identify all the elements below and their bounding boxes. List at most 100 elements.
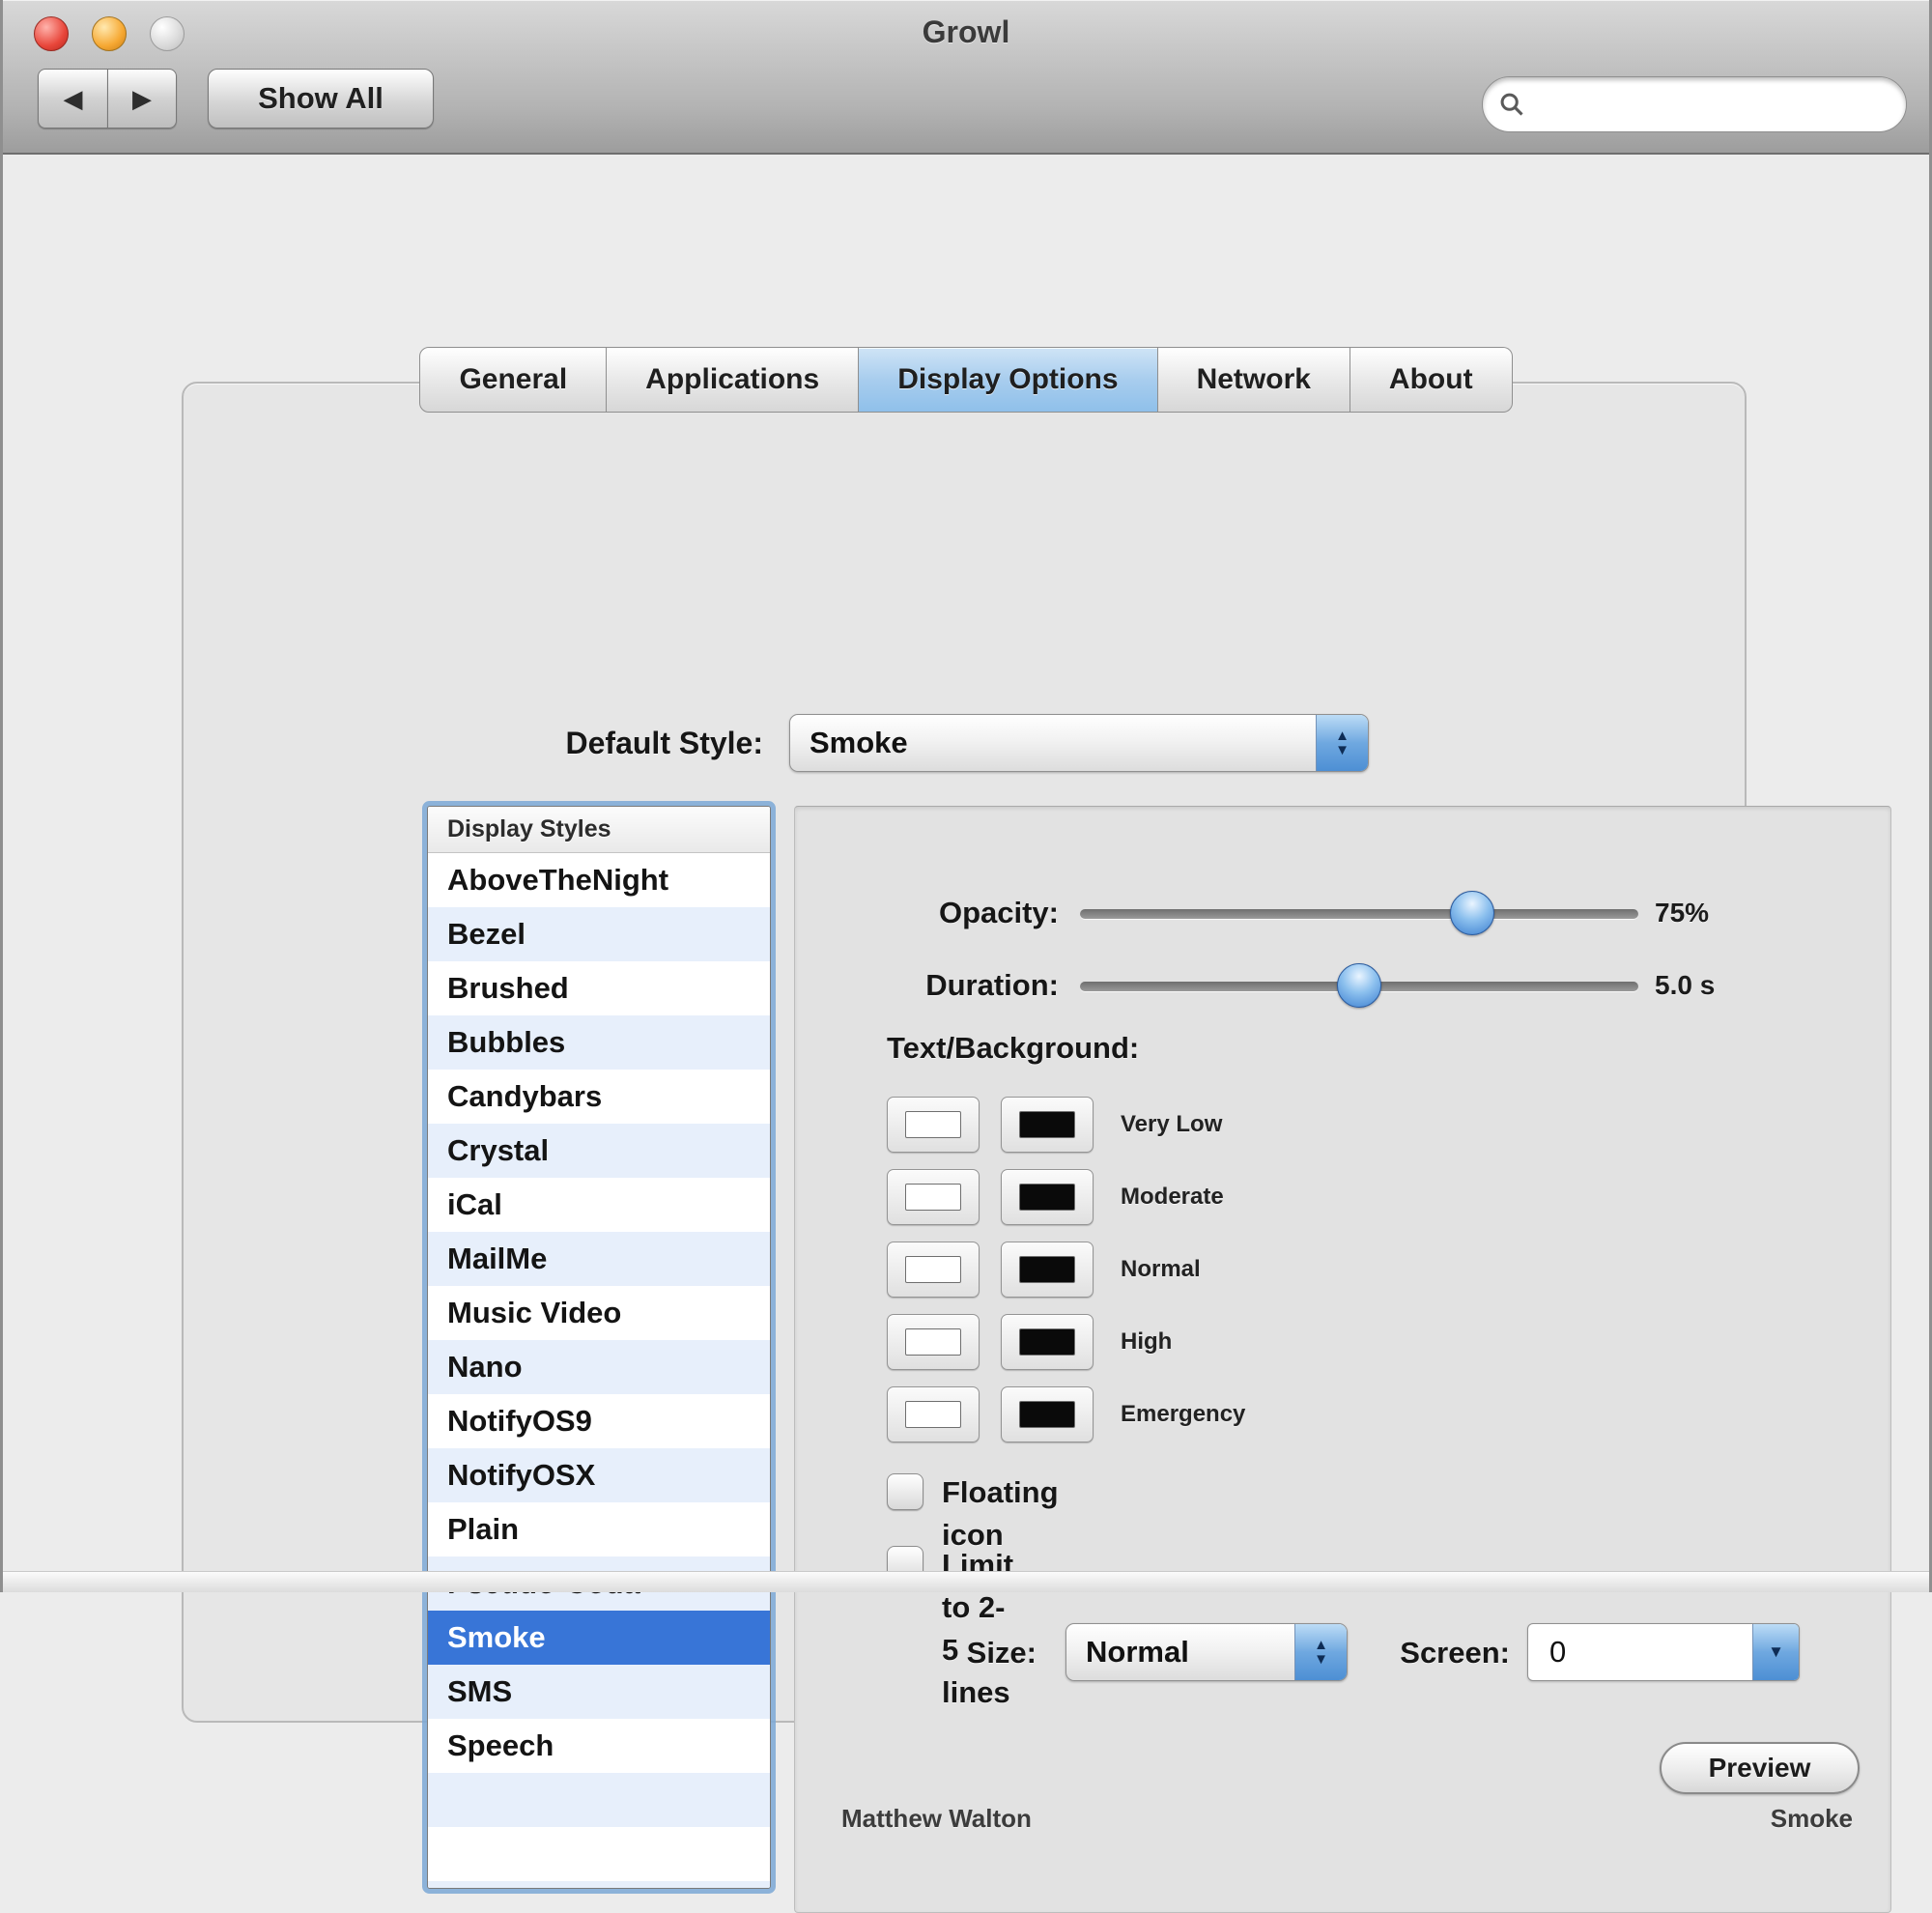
style-row-speech[interactable]: Speech bbox=[428, 1719, 770, 1773]
opacity-slider-thumb[interactable] bbox=[1450, 891, 1494, 935]
floating-icon-label: Floating icon bbox=[942, 1471, 1059, 1516]
style-row-sms[interactable]: SMS bbox=[428, 1665, 770, 1719]
style-settings-panel: Opacity: 75% Duration: 5.0 s Text/Bac bbox=[794, 806, 1891, 1913]
opacity-slider[interactable] bbox=[1080, 884, 1638, 942]
tab-display-options[interactable]: Display Options bbox=[859, 347, 1157, 413]
style-row-candybars[interactable]: Candybars bbox=[428, 1070, 770, 1124]
text-color-well[interactable] bbox=[887, 1386, 980, 1442]
background-color-well[interactable] bbox=[1001, 1386, 1094, 1442]
opacity-row: Opacity: 75% bbox=[795, 884, 1890, 942]
style-name-label: Smoke bbox=[1471, 1804, 1853, 1834]
style-row-abovethenight[interactable]: AboveTheNight bbox=[428, 853, 770, 907]
style-row-notifyos9[interactable]: NotifyOS9 bbox=[428, 1394, 770, 1448]
style-row-crystal[interactable]: Crystal bbox=[428, 1124, 770, 1178]
priority-row-very-low: Very Low bbox=[795, 1097, 1890, 1153]
duration-slider-thumb[interactable] bbox=[1337, 963, 1381, 1008]
text-color-well[interactable] bbox=[887, 1169, 980, 1225]
opacity-slider-track bbox=[1080, 909, 1638, 919]
priority-row-normal: Normal bbox=[795, 1242, 1890, 1298]
priority-label: Moderate bbox=[1121, 1169, 1224, 1225]
style-row-notifyosx[interactable]: NotifyOSX bbox=[428, 1448, 770, 1502]
screen-combo-box[interactable]: 0 ▼ bbox=[1527, 1623, 1800, 1681]
size-screen-row: Size: Normal ▲▼ Screen: 0 ▼ bbox=[795, 1623, 1890, 1683]
duration-value: 5.0 s bbox=[1655, 956, 1848, 1014]
duration-row: Duration: 5.0 s bbox=[795, 956, 1890, 1014]
style-row-music-video[interactable]: Music Video bbox=[428, 1286, 770, 1340]
style-author-label: Matthew Walton bbox=[841, 1804, 1032, 1834]
priority-label: Very Low bbox=[1121, 1097, 1222, 1153]
style-row-smoke[interactable]: Smoke bbox=[428, 1611, 770, 1665]
combo-down-arrow-icon: ▼ bbox=[1752, 1624, 1799, 1680]
style-row-empty bbox=[428, 1881, 770, 1889]
back-forward-control: ◀ ▶ bbox=[38, 69, 177, 128]
background-color-swatch bbox=[1019, 1111, 1075, 1138]
back-button[interactable]: ◀ bbox=[38, 69, 107, 128]
priority-label: High bbox=[1121, 1314, 1172, 1370]
window-bottom-edge bbox=[3, 1571, 1929, 1592]
priority-row-moderate: Moderate bbox=[795, 1169, 1890, 1225]
background-color-well[interactable] bbox=[1001, 1314, 1094, 1370]
text-background-label: Text/Background: bbox=[887, 1031, 1139, 1066]
priority-label: Normal bbox=[1121, 1242, 1201, 1298]
opacity-label: Opacity: bbox=[805, 884, 1059, 942]
tab-applications[interactable]: Applications bbox=[607, 347, 859, 413]
duration-slider[interactable] bbox=[1080, 956, 1638, 1014]
text-color-swatch bbox=[905, 1328, 961, 1356]
tab-network[interactable]: Network bbox=[1158, 347, 1350, 413]
background-color-swatch bbox=[1019, 1256, 1075, 1283]
style-row-empty bbox=[428, 1773, 770, 1827]
priority-label: Emergency bbox=[1121, 1386, 1245, 1442]
window-title: Growl bbox=[3, 14, 1929, 50]
display-styles-list[interactable]: Display Styles AboveTheNightBezelBrushed… bbox=[427, 806, 771, 1889]
floating-icon-checkbox[interactable] bbox=[887, 1473, 923, 1510]
background-color-swatch bbox=[1019, 1328, 1075, 1356]
screen-value: 0 bbox=[1528, 1635, 1566, 1670]
search-icon bbox=[1498, 91, 1525, 118]
default-style-label: Default Style: bbox=[425, 714, 763, 772]
style-row-ical[interactable]: iCal bbox=[428, 1178, 770, 1232]
style-row-empty bbox=[428, 1827, 770, 1881]
text-color-well[interactable] bbox=[887, 1242, 980, 1298]
style-row-bubbles[interactable]: Bubbles bbox=[428, 1015, 770, 1070]
display-styles-rows: AboveTheNightBezelBrushedBubblesCandybar… bbox=[428, 853, 770, 1889]
window-chrome: Growl ◀ ▶ Show All bbox=[3, 0, 1929, 155]
background-color-well[interactable] bbox=[1001, 1169, 1094, 1225]
popup-up-down-arrows-icon: ▲▼ bbox=[1316, 715, 1368, 771]
opacity-value: 75% bbox=[1655, 884, 1848, 942]
show-all-button[interactable]: Show All bbox=[208, 69, 434, 128]
text-color-swatch bbox=[905, 1184, 961, 1211]
forward-button[interactable]: ▶ bbox=[107, 69, 177, 128]
tab-general[interactable]: General bbox=[419, 347, 607, 413]
display-options-group-box: Default Style: Smoke ▲▼ Display Styles A… bbox=[182, 382, 1747, 1723]
priority-row-high: High bbox=[795, 1314, 1890, 1370]
text-color-well[interactable] bbox=[887, 1097, 980, 1153]
tab-about[interactable]: About bbox=[1350, 347, 1513, 413]
style-row-plain[interactable]: Plain bbox=[428, 1502, 770, 1556]
size-popup[interactable]: Normal ▲▼ bbox=[1065, 1623, 1348, 1681]
style-row-bezel[interactable]: Bezel bbox=[428, 907, 770, 961]
growl-preferences-window: Growl ◀ ▶ Show All GeneralApplicationsDi… bbox=[0, 0, 1932, 1592]
size-value: Normal bbox=[1066, 1624, 1189, 1680]
display-styles-list-header: Display Styles bbox=[428, 807, 770, 853]
text-color-swatch bbox=[905, 1401, 961, 1428]
text-color-swatch bbox=[905, 1111, 961, 1138]
style-row-mailme[interactable]: MailMe bbox=[428, 1232, 770, 1286]
text-color-well[interactable] bbox=[887, 1314, 980, 1370]
background-color-swatch bbox=[1019, 1184, 1075, 1211]
default-style-popup[interactable]: Smoke ▲▼ bbox=[789, 714, 1369, 772]
style-row-nano[interactable]: Nano bbox=[428, 1340, 770, 1394]
tab-bar: GeneralApplicationsDisplay OptionsNetwor… bbox=[3, 347, 1929, 413]
text-color-swatch bbox=[905, 1256, 961, 1283]
size-label: Size: bbox=[824, 1623, 1037, 1683]
screen-label: Screen: bbox=[1336, 1623, 1510, 1683]
preview-button[interactable]: Preview bbox=[1660, 1742, 1860, 1794]
background-color-well[interactable] bbox=[1001, 1097, 1094, 1153]
background-color-swatch bbox=[1019, 1401, 1075, 1428]
style-row-brushed[interactable]: Brushed bbox=[428, 961, 770, 1015]
preference-pane-content: GeneralApplicationsDisplay OptionsNetwor… bbox=[3, 157, 1929, 1571]
duration-label: Duration: bbox=[805, 956, 1059, 1014]
background-color-well[interactable] bbox=[1001, 1242, 1094, 1298]
priority-row-emergency: Emergency bbox=[795, 1386, 1890, 1442]
search-input[interactable] bbox=[1482, 76, 1907, 132]
default-style-value: Smoke bbox=[790, 715, 908, 771]
